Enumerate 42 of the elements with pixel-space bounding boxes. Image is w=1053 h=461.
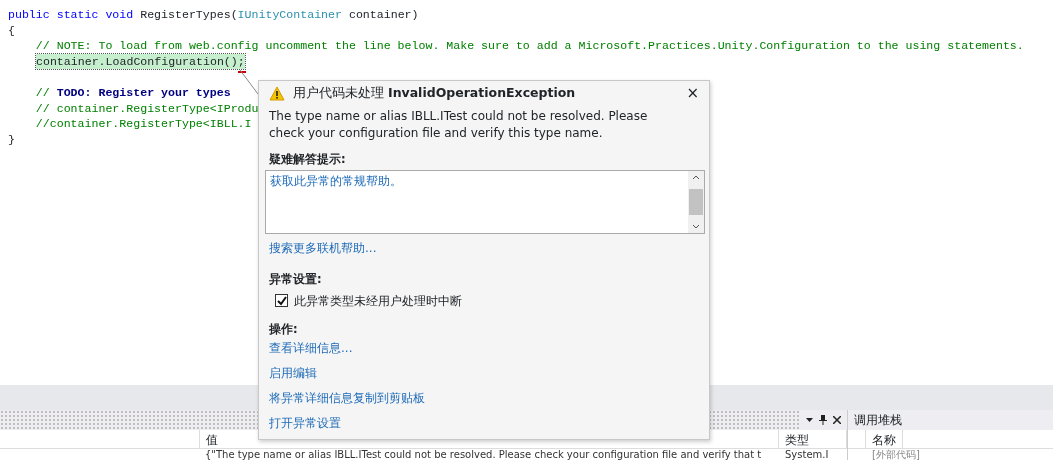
error-squiggle <box>238 70 246 74</box>
column-header[interactable]: 名称 <box>866 430 903 448</box>
checkbox[interactable] <box>275 294 288 307</box>
action-link[interactable]: 将异常详细信息复制到剪贴板 <box>269 388 425 407</box>
scroll-up-icon[interactable] <box>692 175 700 181</box>
value-cell-text: {"The type name or alias IBLL.ITest could not be resolved. Please check your configuration file and verify that t <box>205 449 763 460</box>
code-text: container) <box>347 8 419 21</box>
warning-icon <box>269 85 285 101</box>
checkbox-label: 此异常类型未经用户处理时中断 <box>294 292 462 310</box>
action-link[interactable]: 打开异常设置 <box>269 413 341 432</box>
scrollbar-thumb[interactable] <box>689 189 703 216</box>
code-text: } <box>8 132 15 146</box>
exception-message: The type name or alias IBLL.ITest could not be resolved. Please check your configuration file and verify this type name. <box>269 108 649 142</box>
section-heading: 疑难解答提示: <box>269 151 346 168</box>
column-header[interactable]: 值 <box>199 430 780 448</box>
action-link[interactable]: 查看详细信息... <box>269 338 353 357</box>
pin-icon[interactable] <box>819 415 827 425</box>
code-text: RegisterTypes( <box>139 8 238 21</box>
action-link[interactable]: 启用编辑 <box>269 363 317 382</box>
dropdown-icon[interactable] <box>806 418 813 422</box>
comment-text: // <box>34 85 51 99</box>
current-statement-highlight: container.LoadConfiguration(); <box>36 53 245 70</box>
comment-text: // NOTE: To load from web.config uncomment the line below. Make sure to add a Microsoft.Practices.Unity.Configuration to the using statements. <box>34 39 1024 53</box>
code-text: { <box>8 23 15 37</box>
comment-text: // container.RegisterType<IProdu <box>34 101 259 115</box>
section-heading: 操作: <box>269 320 298 338</box>
search-online-link[interactable]: 搜索更多联机帮助... <box>269 239 377 258</box>
close-icon[interactable] <box>833 416 841 424</box>
stack-frame-cell: [外部代码] <box>872 449 920 460</box>
help-link[interactable]: 获取此异常的常规帮助。 <box>270 172 402 191</box>
keyword-text: public static void <box>8 8 134 21</box>
comment-text: TODO: Register your types <box>56 85 231 99</box>
panel-title: 调用堆栈 <box>853 412 903 429</box>
section-heading: 异常设置: <box>269 271 322 289</box>
scroll-down-icon[interactable] <box>692 224 700 230</box>
leader-line <box>239 69 259 95</box>
close-button[interactable]: × <box>686 85 699 101</box>
type-cell: System.I <box>785 449 829 460</box>
popup-title: 用户代码未处理 InvalidOperationException <box>293 83 576 102</box>
comment-text: //container.RegisterType<IBLL.I <box>34 117 252 131</box>
column-header[interactable]: 类型 <box>779 430 847 448</box>
type-name-text: IUnityContainer <box>237 8 342 21</box>
